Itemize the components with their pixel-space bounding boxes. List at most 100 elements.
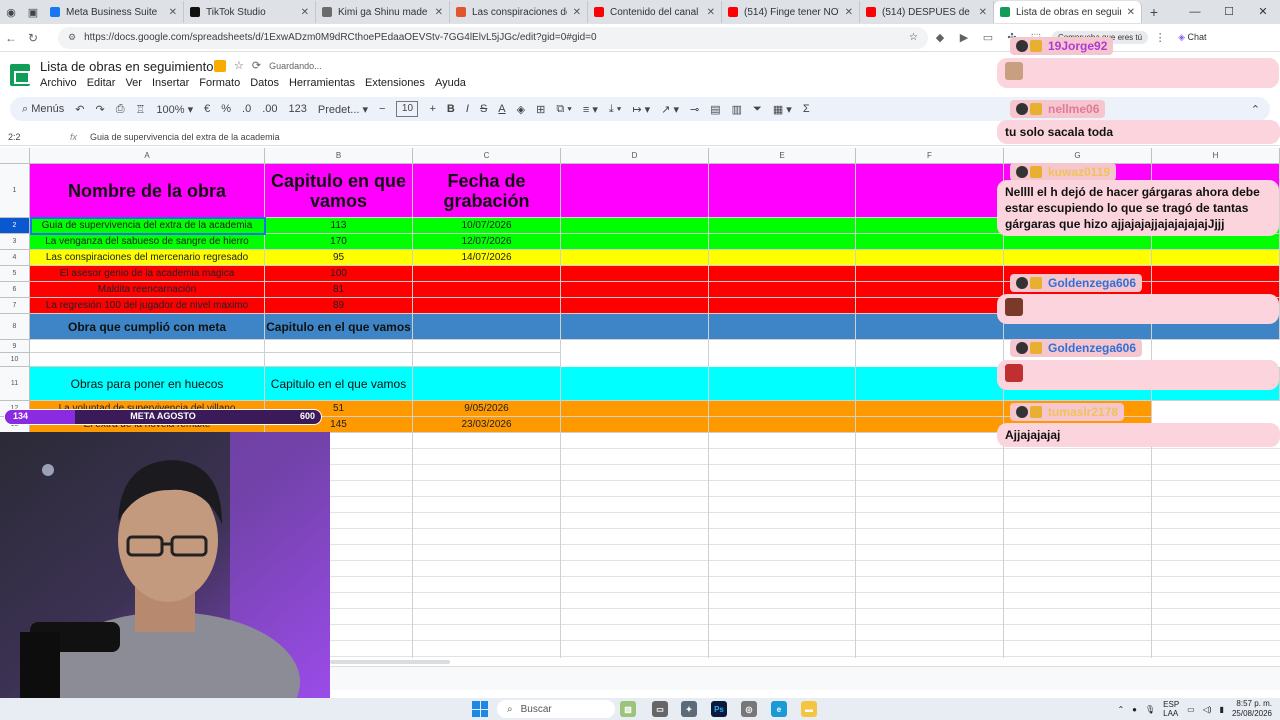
font-size-input[interactable]: 10 [396,101,419,117]
close-tab-icon[interactable]: ✕ [573,7,581,18]
bold-icon[interactable]: B [447,103,455,115]
met-goal-empty[interactable] [709,314,856,340]
number-format-button[interactable]: 123 [289,103,307,115]
empty-cell[interactable] [413,340,561,353]
filler-header[interactable]: Obras para poner en huecos [30,367,265,401]
filler-empty-cell[interactable] [856,401,1004,417]
close-tab-icon[interactable]: ✕ [301,7,309,18]
percent-format-button[interactable]: % [221,103,231,115]
select-all-corner[interactable] [0,148,30,164]
filler-empty[interactable] [413,367,561,401]
work-name-cell[interactable]: La venganza del sabueso de sangre de hie… [30,234,265,250]
work-empty-cell[interactable] [709,250,856,266]
row-header[interactable]: 5 [0,266,30,282]
column-header-h[interactable]: H [1152,148,1280,164]
name-box[interactable]: 2:2 [0,132,70,142]
work-chapter-cell[interactable]: 89 [265,298,413,314]
task-view-icon[interactable]: ▭ [652,701,668,717]
filler-empty-cell[interactable] [709,401,856,417]
browser-tab[interactable]: (514) Finge tener NOVIA pa ✕ [722,1,860,23]
row-header[interactable]: 3 [0,234,30,250]
work-empty-cell[interactable] [709,266,856,282]
filler-date-cell[interactable]: 23/03/2026 [413,417,561,433]
work-empty-cell[interactable] [709,298,856,314]
work-empty-cell[interactable] [1004,234,1152,250]
font-select[interactable]: Predet... ▾ [318,103,368,116]
filler-empty[interactable] [856,367,1004,401]
header-cell-chapter[interactable]: Capitulo en que vamos [265,164,413,218]
filler-empty-cell[interactable] [709,417,856,433]
new-tab-button[interactable]: + [1142,4,1166,20]
vertical-align-icon[interactable]: ⤓ ▾ [609,103,622,116]
insert-comment-icon[interactable]: ▤ [710,103,720,116]
work-name-cell[interactable]: Las conspiraciones del mercenario regres… [30,250,265,266]
met-goal-chapter-header[interactable]: Capitulo en el que vamos [265,314,413,340]
work-empty-cell[interactable] [856,266,1004,282]
font-size-increase-button[interactable]: + [429,103,435,115]
back-button[interactable]: ← [0,31,22,45]
close-tab-icon[interactable]: ✕ [169,7,177,18]
menu-item[interactable]: Editar [87,77,116,89]
tab-actions-icon[interactable]: ▣ [22,1,44,23]
browser-tab[interactable]: (514) DESPÚES de DESTRUI ✕ [860,1,994,23]
insert-chart-icon[interactable]: ▥ [732,103,742,116]
column-header-g[interactable]: G [1004,148,1152,164]
filter-views-icon[interactable]: ▦ ▾ [773,103,792,116]
chat-button[interactable]: ◈ Chat [1178,32,1206,43]
file-explorer-icon[interactable]: ▬ [801,701,817,717]
browser-tab[interactable]: Kimi ga Shinu made Koi wo ✕ [316,1,450,23]
work-empty-cell[interactable] [856,282,1004,298]
functions-icon[interactable]: Σ [803,103,810,115]
currency-format-button[interactable]: € [204,103,210,115]
language-indicator[interactable]: ESP LAA [1163,700,1179,718]
undo-icon[interactable]: ↶ [75,103,84,116]
paint-format-icon[interactable]: ♖ [136,103,146,116]
reload-button[interactable]: ↻ [22,31,44,45]
work-chapter-cell[interactable]: 95 [265,250,413,266]
close-tab-icon[interactable]: ✕ [707,7,715,18]
menu-item[interactable]: Ver [125,77,142,89]
work-empty-cell[interactable] [1152,234,1280,250]
site-info-icon[interactable]: ⚙ [68,32,76,43]
strikethrough-icon[interactable]: S [480,103,487,115]
work-empty-cell[interactable] [561,218,709,234]
work-date-cell[interactable] [413,298,561,314]
filter-icon[interactable]: ⏷ [753,103,762,116]
row-header[interactable]: 7 [0,298,30,314]
work-empty-cell[interactable] [561,266,709,282]
column-header-b[interactable]: B [265,148,413,164]
met-goal-header[interactable]: Obra que cumplió con meta [30,314,265,340]
header-cell-date[interactable]: Fecha de grabación [413,164,561,218]
search-menus-button[interactable]: ⌕ Menús [22,103,64,116]
browser-tab[interactable]: Lista de obras en seguimien ✕ [994,1,1142,23]
filler-empty-cell[interactable] [561,417,709,433]
header-cell-empty[interactable] [709,164,856,218]
extension-icon[interactable]: ◆ [928,31,952,44]
filler-empty[interactable] [709,367,856,401]
work-chapter-cell[interactable]: 100 [265,266,413,282]
edge-icon[interactable]: e [771,701,787,717]
app-icon[interactable]: ✦ [681,701,697,717]
work-empty-cell[interactable] [856,234,1004,250]
met-goal-empty[interactable] [561,314,709,340]
fill-color-icon[interactable]: ◈ [517,103,525,116]
work-date-cell[interactable]: 10/07/2026 [413,218,561,234]
row-header[interactable]: 4 [0,250,30,266]
work-chapter-cell[interactable]: 113 [265,218,413,234]
work-name-cell[interactable]: El asesor genio de la academia magica [30,266,265,282]
header-cell-name[interactable]: Nombre de la obra [30,164,265,218]
close-tab-icon[interactable]: ✕ [979,7,987,18]
empty-cell[interactable] [265,353,413,367]
work-name-cell[interactable]: La regresión 100 del jugador de nivel ma… [30,298,265,314]
profile-icon[interactable]: ◉ [0,1,22,23]
battery-icon[interactable]: ▮ [1220,705,1224,714]
column-header-c[interactable]: C [413,148,561,164]
chevron-up-icon[interactable]: ⌃ [1117,705,1124,714]
filler-chapter-header[interactable]: Capitulo en el que vamos [265,367,413,401]
more-menu-icon[interactable]: ⋮ [1148,31,1172,44]
zoom-select[interactable]: 100% ▾ [156,103,193,116]
work-empty-cell[interactable] [709,234,856,250]
column-header-d[interactable]: D [561,148,709,164]
empty-cell[interactable] [30,340,265,353]
row-header[interactable]: 1 [0,164,30,218]
